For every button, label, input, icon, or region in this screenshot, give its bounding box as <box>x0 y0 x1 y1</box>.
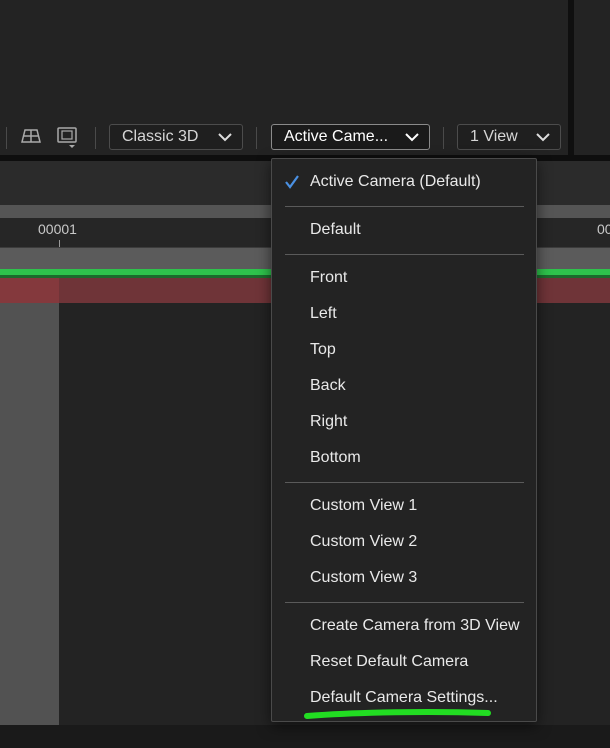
time-ruler-tick-label: 00001 <box>38 221 77 237</box>
menu-item-label: Bottom <box>310 449 361 466</box>
menu-item-label: Left <box>310 305 337 322</box>
menu-item-custom-view-1[interactable]: Custom View 1 <box>272 488 536 524</box>
menu-separator <box>285 254 524 255</box>
menu-separator <box>285 206 524 207</box>
menu-item-custom-view-2[interactable]: Custom View 2 <box>272 524 536 560</box>
time-ruler-tick-label: 00 <box>597 221 610 237</box>
menu-item-back[interactable]: Back <box>272 368 536 404</box>
toolbar-separator <box>6 127 7 149</box>
checkmark-icon <box>285 175 299 189</box>
bottom-strip <box>0 725 610 748</box>
menu-item-label: Right <box>310 413 348 430</box>
menu-item-label: Default Camera Settings... <box>310 689 498 706</box>
menu-item-label: Custom View 1 <box>310 497 418 514</box>
chevron-down-icon <box>405 133 419 142</box>
menu-item-label: Custom View 3 <box>310 569 418 586</box>
toolbar-separator <box>443 127 444 149</box>
menu-item-create-camera-from-3d-view[interactable]: Create Camera from 3D View <box>272 608 536 644</box>
menu-item-label: Default <box>310 221 361 238</box>
toolbar-separator <box>256 127 257 149</box>
3d-view-label: Active Came... <box>284 128 389 145</box>
menu-item-label: Active Camera (Default) <box>310 173 481 190</box>
chevron-down-icon <box>536 133 550 142</box>
menu-item-label: Front <box>310 269 348 286</box>
menu-item-active-camera[interactable]: Active Camera (Default) <box>272 164 536 200</box>
menu-item-front[interactable]: Front <box>272 260 536 296</box>
menu-item-label: Back <box>310 377 346 394</box>
menu-separator <box>285 602 524 603</box>
menu-item-default[interactable]: Default <box>272 212 536 248</box>
toolbar-separator <box>95 127 96 149</box>
menu-item-label: Reset Default Camera <box>310 653 469 670</box>
menu-item-bottom[interactable]: Bottom <box>272 440 536 476</box>
chevron-down-icon <box>218 133 232 142</box>
menu-item-right[interactable]: Right <box>272 404 536 440</box>
3d-view-dropdown[interactable]: Active Came... <box>271 124 430 150</box>
region-of-interest-icon[interactable] <box>56 126 80 150</box>
menu-item-top[interactable]: Top <box>272 332 536 368</box>
3d-view-menu: Active Camera (Default) Default Front Le… <box>271 158 537 722</box>
menu-separator <box>285 482 524 483</box>
menu-item-default-camera-settings[interactable]: Default Camera Settings... <box>272 680 536 716</box>
menu-item-label: Create Camera from 3D View <box>310 617 520 634</box>
menu-item-custom-view-3[interactable]: Custom View 3 <box>272 560 536 596</box>
renderer-label: Classic 3D <box>122 128 199 145</box>
menu-item-label: Top <box>310 341 336 358</box>
renderer-dropdown[interactable]: Classic 3D <box>109 124 243 150</box>
view-layout-label: 1 View <box>470 128 518 145</box>
timeline-left-column <box>0 303 59 725</box>
menu-item-left[interactable]: Left <box>272 296 536 332</box>
panel-divider[interactable] <box>568 0 574 155</box>
layer-duration-bar-start[interactable] <box>0 278 59 303</box>
view-layout-dropdown[interactable]: 1 View <box>457 124 561 150</box>
menu-item-label: Custom View 2 <box>310 533 418 550</box>
menu-item-reset-default-camera[interactable]: Reset Default Camera <box>272 644 536 680</box>
3d-ground-plane-icon[interactable] <box>20 127 42 145</box>
time-ruler-tick <box>59 240 60 247</box>
